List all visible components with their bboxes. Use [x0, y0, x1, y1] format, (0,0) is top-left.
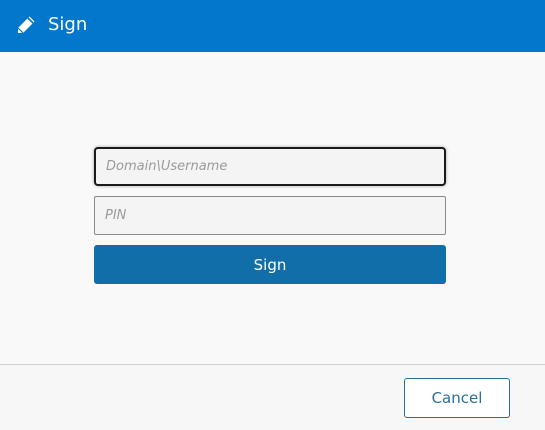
sign-dialog: Sign Sign Cancel	[0, 0, 545, 430]
cancel-button[interactable]: Cancel	[404, 378, 510, 418]
dialog-titlebar: Sign	[0, 0, 545, 52]
pin-input[interactable]	[94, 196, 446, 235]
dialog-title: Sign	[48, 14, 88, 35]
pencil-icon	[15, 14, 37, 36]
username-input[interactable]	[94, 147, 446, 186]
sign-button[interactable]: Sign	[94, 245, 446, 284]
